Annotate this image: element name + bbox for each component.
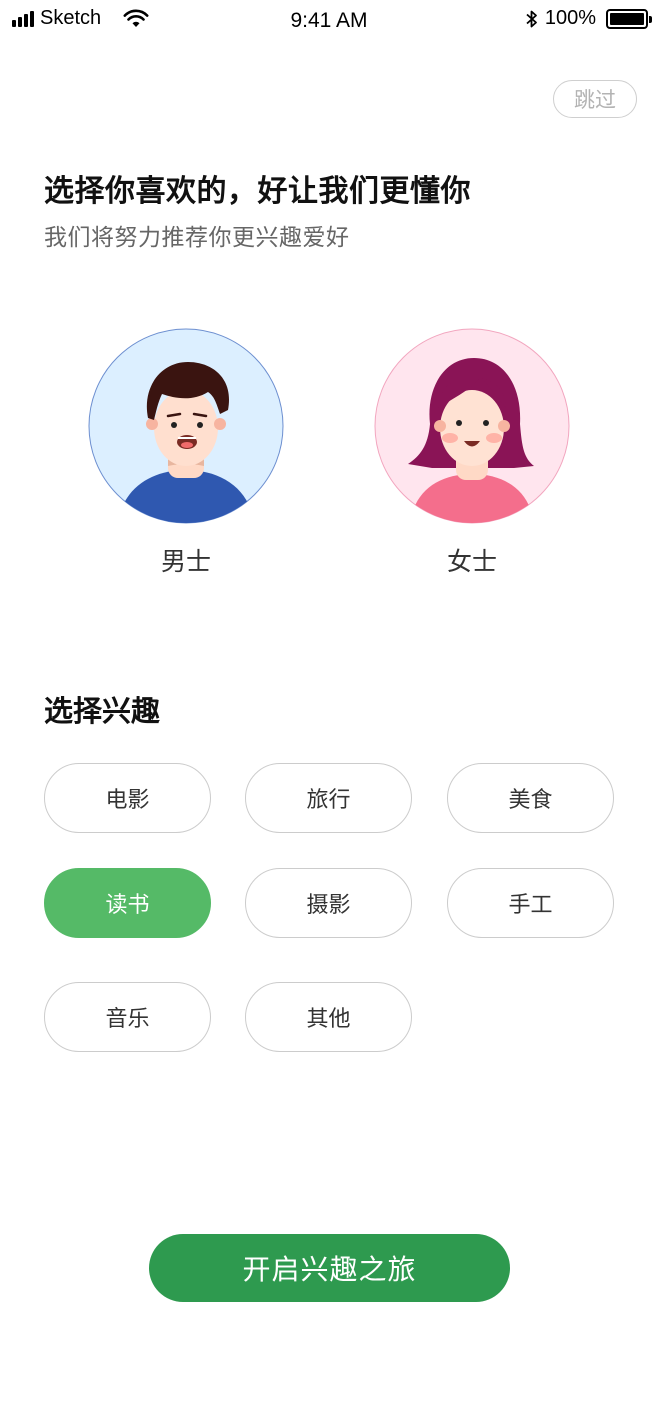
start-journey-button[interactable]: 开启兴趣之旅 (149, 1234, 510, 1302)
gender-label-male: 男士 (160, 547, 211, 576)
interest-chip-travel[interactable]: 旅行 (245, 763, 412, 833)
interest-chip-music[interactable]: 音乐 (44, 982, 211, 1052)
bluetooth-icon (526, 10, 537, 27)
gender-option-male[interactable]: 男士 (88, 328, 284, 578)
interest-chip-handcraft[interactable]: 手工 (447, 868, 614, 938)
gender-label-female: 女士 (446, 547, 497, 576)
interest-chip-photography[interactable]: 摄影 (245, 868, 412, 938)
battery-icon (606, 8, 652, 29)
gender-option-female[interactable]: 女士 (374, 328, 570, 578)
female-avatar-icon (374, 328, 570, 524)
status-bar: Sketch 9:41 AM 100% (0, 0, 658, 40)
interest-chip-food[interactable]: 美食 (447, 763, 614, 833)
interests-title: 选择兴趣 (44, 694, 161, 728)
page-title: 选择你喜欢的，好让我们更懂你 (44, 174, 471, 209)
interest-chip-other[interactable]: 其他 (245, 982, 412, 1052)
male-avatar-icon (88, 328, 284, 524)
battery-percentage: 100% (544, 7, 596, 29)
status-right: 100% (525, 7, 652, 30)
interest-chip-movie[interactable]: 电影 (44, 763, 211, 833)
interest-onboarding-screen: Sketch 9:41 AM 100% 跳过 选择你喜欢的，好让我们更懂你 我们… (0, 0, 658, 1425)
interest-chip-reading[interactable]: 读书 (44, 868, 211, 938)
page-subtitle: 我们将努力推荐你更兴趣爱好 (44, 225, 350, 251)
skip-button[interactable]: 跳过 (553, 80, 637, 118)
